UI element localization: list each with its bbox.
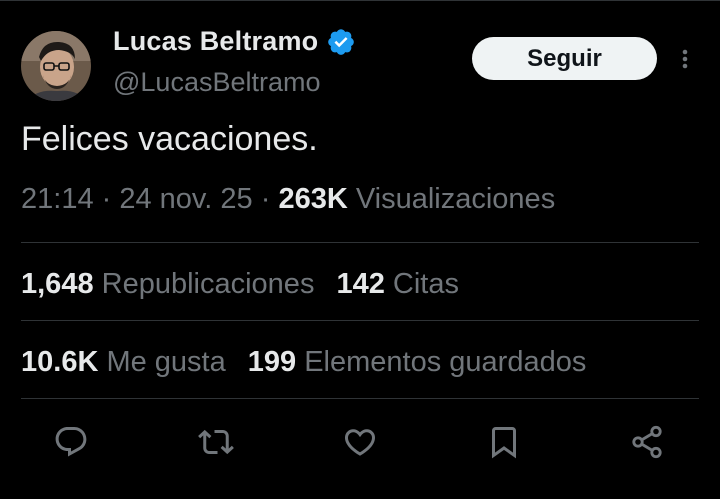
tweet-date[interactable]: 24 nov. 25 <box>119 183 252 215</box>
likes-label: Me gusta <box>106 346 226 378</box>
repost-icon <box>198 429 234 455</box>
author-display-name[interactable]: Lucas Beltramo <box>113 26 318 57</box>
meta-separator: · <box>101 183 120 215</box>
quotes-stat[interactable]: 142 Citas <box>336 268 459 300</box>
tweet-text: Felices vacaciones. <box>21 120 318 158</box>
repost-button[interactable] <box>194 420 238 464</box>
stats-divider-3 <box>21 398 699 399</box>
reply-icon <box>55 427 87 457</box>
tweet-meta: 21:14 · 24 nov. 25 · 263K Visualizacione… <box>21 183 555 216</box>
stats-divider-2 <box>21 320 699 321</box>
likes-count: 10.6K <box>21 346 99 378</box>
reposts-count: 1,648 <box>21 268 94 300</box>
views-label: Visualizaciones <box>355 183 556 215</box>
stats-row-reposts: 1,648 Republicaciones 142 Citas <box>21 268 459 301</box>
bookmarks-label: Elementos guardados <box>304 346 587 378</box>
follow-button[interactable]: Seguir <box>472 37 657 80</box>
likes-stat[interactable]: 10.6K Me gusta <box>21 346 226 378</box>
reposts-label: Republicaciones <box>101 268 315 300</box>
more-options-button[interactable] <box>672 44 698 74</box>
meta-separator: · <box>260 183 279 215</box>
share-icon <box>632 425 662 459</box>
bookmark-button[interactable] <box>482 420 526 464</box>
bookmark-icon <box>492 427 516 459</box>
stats-row-likes: 10.6K Me gusta 199 Elementos guardados <box>21 346 586 379</box>
reposts-stat[interactable]: 1,648 Republicaciones <box>21 268 314 300</box>
reply-button[interactable] <box>49 420 93 464</box>
like-button[interactable] <box>338 420 382 464</box>
more-icon <box>682 49 688 69</box>
top-divider <box>0 0 720 1</box>
action-bar <box>0 420 720 464</box>
author-name-row[interactable]: Lucas Beltramo <box>113 26 356 57</box>
avatar[interactable] <box>21 31 91 101</box>
bookmarks-stat[interactable]: 199 Elementos guardados <box>248 346 587 378</box>
share-button[interactable] <box>625 420 669 464</box>
author-handle[interactable]: @LucasBeltramo <box>113 67 321 98</box>
tweet-time[interactable]: 21:14 <box>21 183 94 215</box>
verified-badge-icon <box>328 28 355 55</box>
quotes-count: 142 <box>336 268 385 300</box>
views-count: 263K <box>278 183 348 215</box>
quotes-label: Citas <box>392 268 459 300</box>
like-icon <box>344 429 376 456</box>
stats-divider-1 <box>21 242 699 243</box>
bookmarks-count: 199 <box>247 346 297 378</box>
